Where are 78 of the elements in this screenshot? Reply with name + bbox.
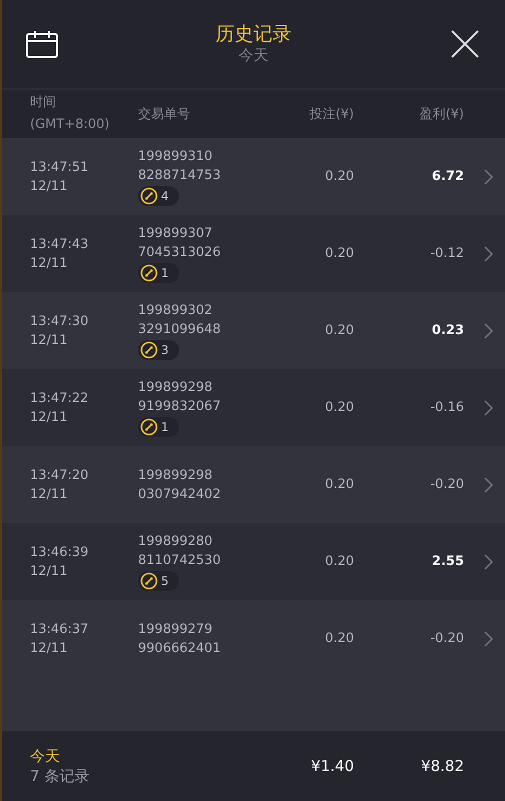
coin-icon	[140, 572, 158, 590]
time-text: 13:47:22	[30, 390, 90, 408]
stake-amount: 0.20	[324, 631, 354, 646]
order-number: 199899279	[138, 620, 214, 638]
time-text: 13:47:43	[30, 236, 90, 254]
coin-icon	[140, 264, 158, 282]
time-text: 13:47:51	[30, 158, 90, 176]
summary-label: 今天	[30, 746, 61, 766]
order-number: 199899298	[138, 379, 214, 397]
chevron-icon	[484, 322, 493, 338]
date-text: 12/11	[30, 640, 68, 658]
chevron-icon	[484, 400, 493, 416]
chevron-icon	[484, 554, 493, 570]
time-text: 13:47:30	[30, 312, 90, 330]
time-text: 13:47:20	[30, 466, 90, 484]
profit-amount: -0.20	[429, 631, 464, 646]
profit-amount: 0.23	[430, 323, 464, 338]
column-header: 投注(¥)	[308, 106, 354, 123]
time-text: 13:46:37	[30, 620, 90, 638]
record-row[interactable]: 13:47:51 12/11 199899310 8288714753 4 0.20 6.72	[2, 138, 505, 215]
count-badge: 3	[138, 340, 179, 360]
window-title: 历史记录	[216, 23, 292, 45]
date-text: 12/11	[30, 332, 68, 350]
time-text: 13:46:39	[30, 544, 90, 562]
column-header: 时间	[30, 94, 56, 112]
count-badge: 4	[138, 186, 179, 206]
stake-amount: 0.20	[324, 169, 354, 184]
coin-icon	[140, 341, 158, 359]
order-number: 199899302	[138, 302, 214, 320]
coin-icon	[140, 187, 158, 205]
order-number: 199899310	[138, 148, 214, 166]
date-text: 12/11	[30, 178, 68, 196]
chevron-icon	[484, 168, 493, 184]
stake-total: ¥1.40	[310, 757, 354, 775]
count-badge: 1	[138, 263, 179, 283]
count-badge: 1	[138, 417, 179, 437]
close-icon	[450, 29, 480, 59]
calendar-icon	[26, 30, 58, 58]
record-row[interactable]: 13:47:30 12/11 199899302 3291099648 3 0.20 0.23	[2, 292, 505, 369]
stake-amount: 0.20	[324, 477, 354, 492]
order-number: 199899307	[138, 225, 214, 243]
profit-amount: 2.55	[430, 554, 464, 569]
chevron-icon	[484, 246, 493, 262]
column-header: (GMT+8:00)	[30, 116, 110, 134]
order-number: 8288714753	[138, 167, 222, 185]
order-number: 199899298	[138, 466, 214, 484]
order-number: 3291099648	[138, 321, 222, 339]
order-number: 9199832067	[138, 398, 222, 416]
stake-amount: 0.20	[324, 554, 354, 569]
order-number: 7045313026	[138, 244, 222, 262]
stake-amount: 0.20	[324, 400, 354, 415]
coin-icon	[140, 418, 158, 436]
date-subtitle: 今天	[238, 45, 268, 65]
record-row[interactable]: 13:47:20 12/11 199899298 0307942402 0.20 -0.20	[2, 446, 505, 523]
close-button[interactable]	[450, 29, 480, 59]
record-count: 7 条记录	[30, 766, 90, 786]
order-number: 8110742530	[138, 552, 222, 570]
count-badge: 5	[138, 571, 179, 591]
stake-amount: 0.20	[324, 246, 354, 261]
profit-total: ¥8.82	[420, 757, 464, 775]
profit-amount: -0.20	[429, 477, 464, 492]
calendar-button[interactable]	[26, 30, 58, 58]
date-text: 12/11	[30, 408, 68, 426]
column-header: 交易单号	[138, 106, 191, 123]
profit-amount: 6.72	[430, 169, 464, 184]
order-number: 199899280	[138, 533, 214, 551]
order-number: 9906662401	[138, 640, 222, 658]
profit-amount: -0.16	[429, 400, 464, 415]
chevron-icon	[484, 476, 493, 492]
date-text: 12/11	[30, 562, 68, 580]
date-text: 12/11	[30, 486, 68, 504]
order-number: 0307942402	[138, 486, 222, 504]
record-row[interactable]: 13:46:37 12/11 199899279 9906662401 0.20 -0.20	[2, 600, 505, 677]
profit-amount: -0.12	[429, 246, 464, 261]
stake-amount: 0.20	[324, 323, 354, 338]
chevron-icon	[484, 630, 493, 646]
column-header: 盈利(¥)	[418, 106, 464, 123]
date-text: 12/11	[30, 254, 68, 272]
